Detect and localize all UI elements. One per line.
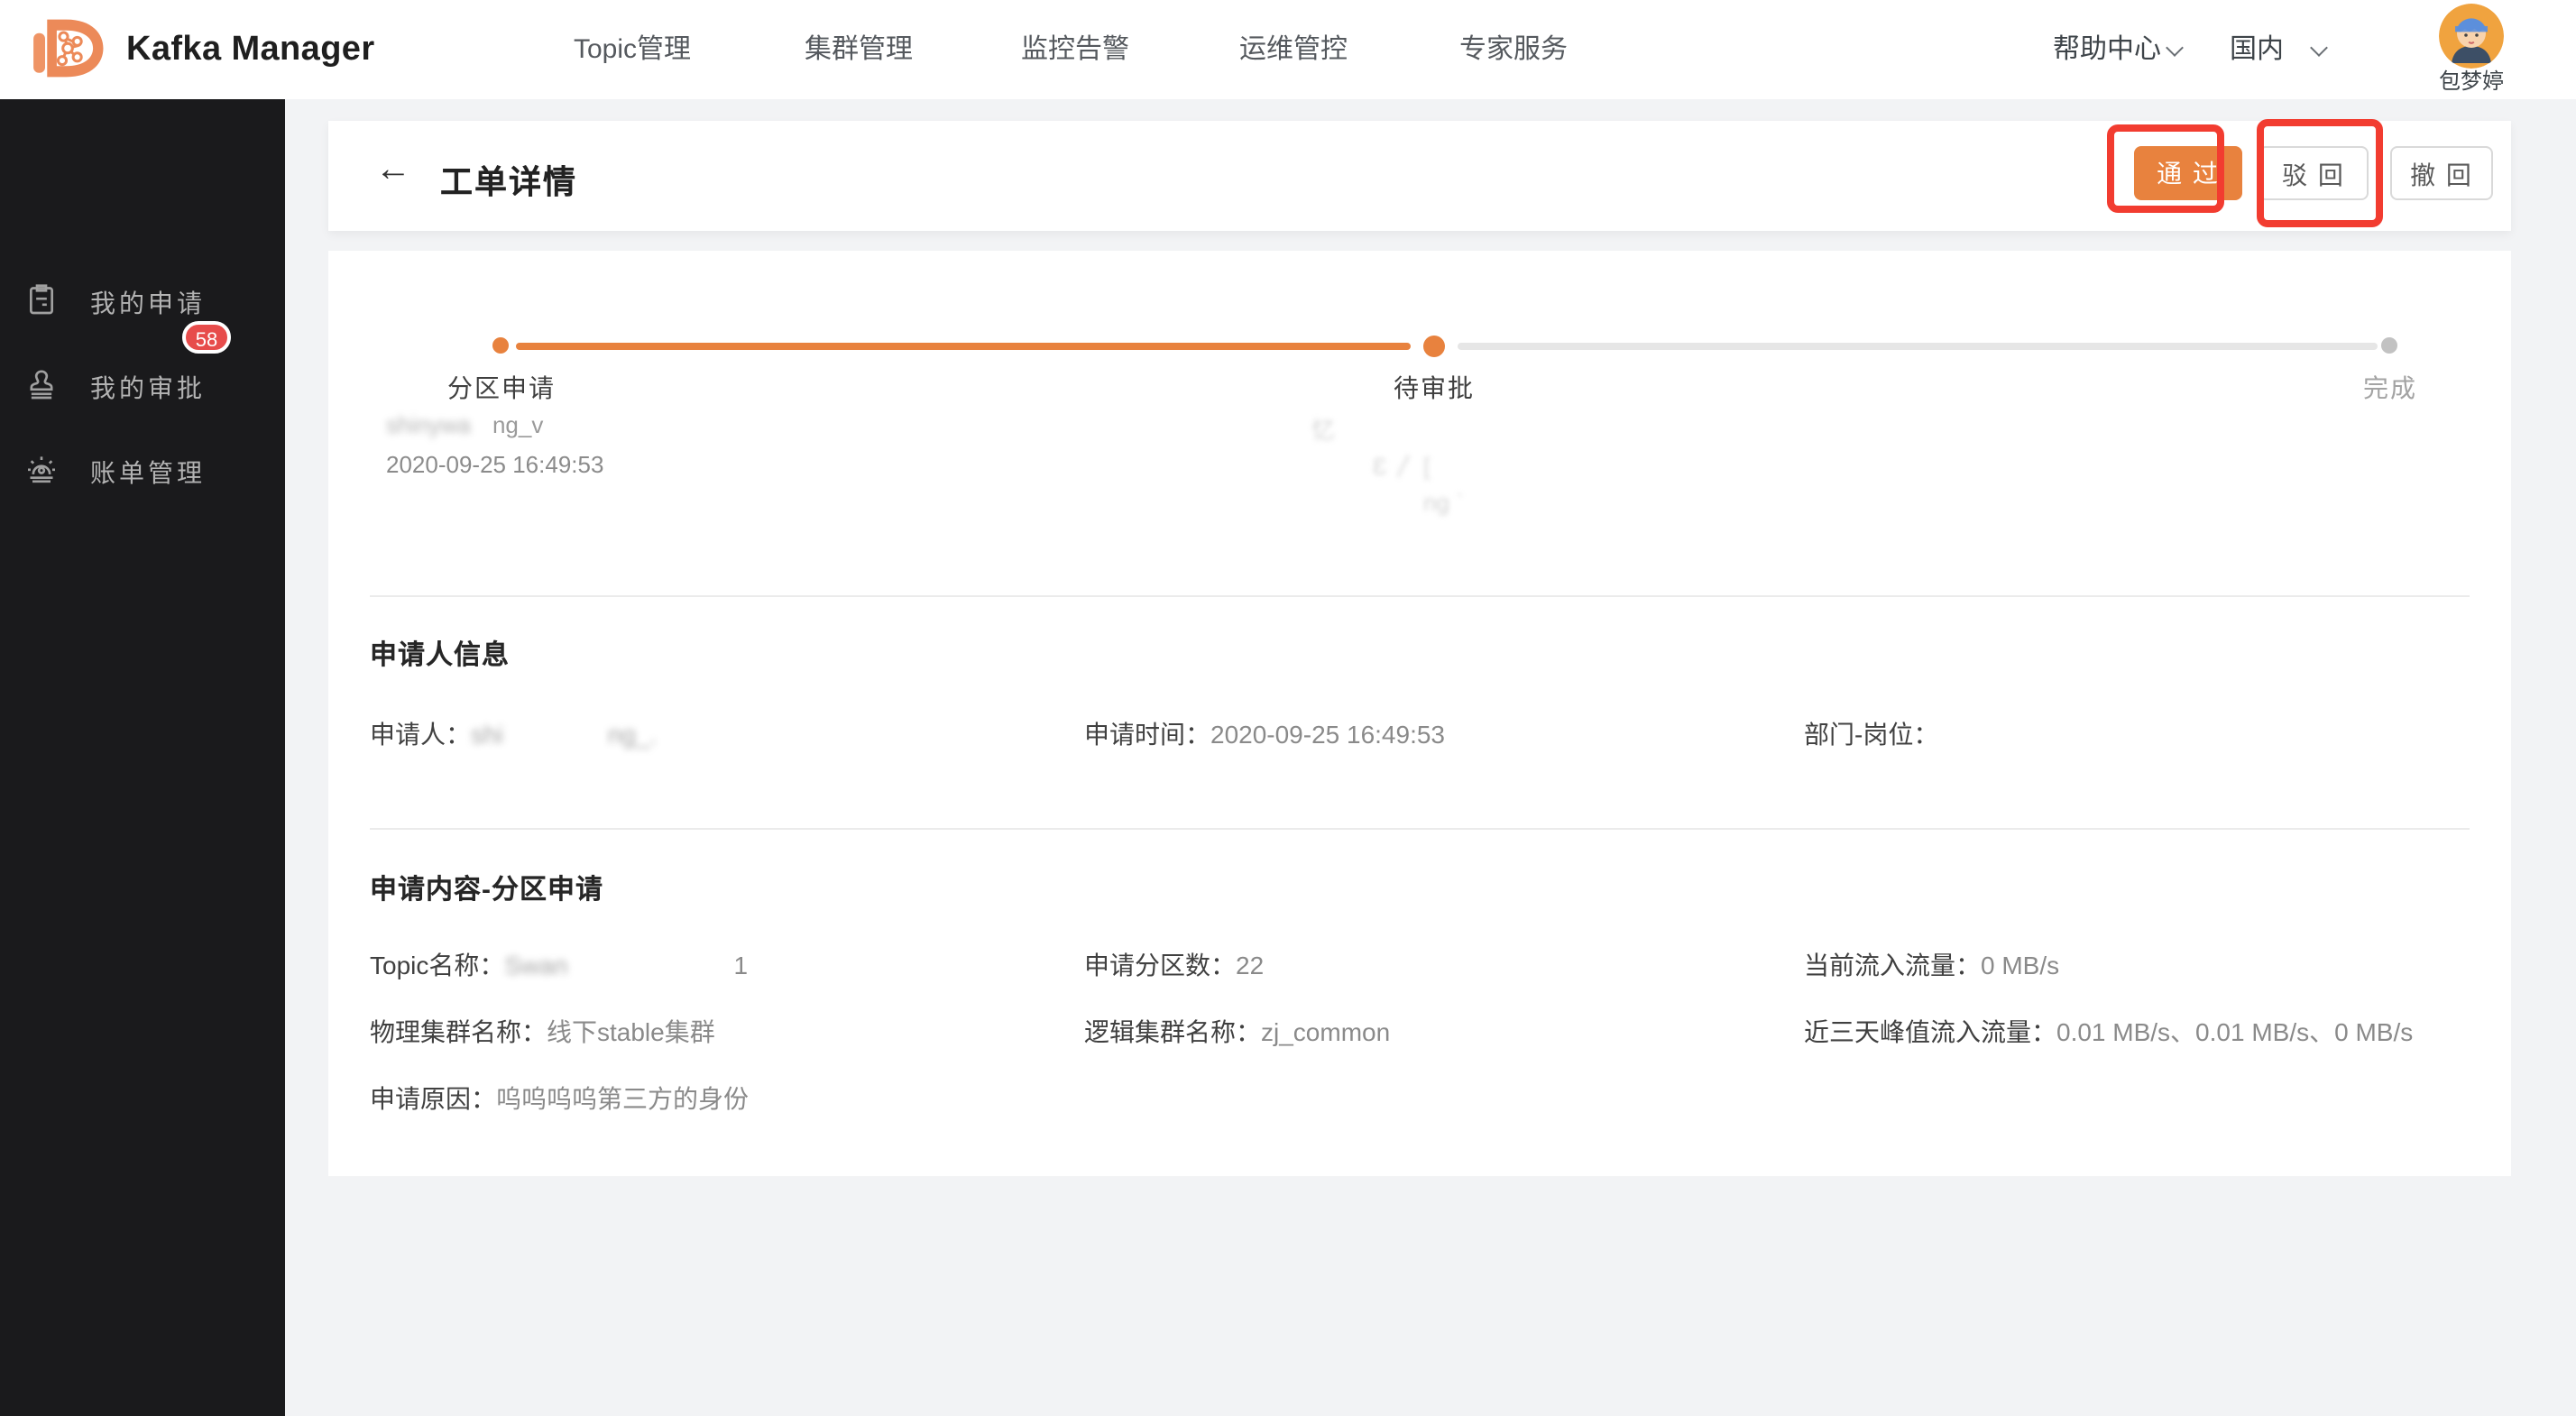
- page-title: 工单详情: [440, 157, 577, 204]
- alarm-icon: [23, 451, 60, 487]
- field-peak-inflow-3days: 近三天峰值流入流量：0.01 MB/s、0.01 MB/s、0 MB/s: [1804, 1014, 2413, 1050]
- field-partition-count: 申请分区数：22: [1084, 947, 1264, 983]
- field-apply-time: 申请时间：2020-09-25 16:49:53: [1084, 716, 1445, 752]
- sidebar-item-label: 我的审批: [90, 370, 206, 406]
- step1-applicant: shinywang_v: [386, 411, 543, 438]
- sidebar-item-label: 我的申请: [90, 285, 206, 321]
- approval-count-badge: 58: [182, 321, 231, 354]
- step-line-done: [516, 343, 1411, 350]
- page-title-bar: ← 工单详情 通 过 驳 回 撤 回: [328, 121, 2511, 231]
- field-applicant: 申请人：shing_.: [370, 716, 657, 752]
- reject-button[interactable]: 驳 回: [2259, 146, 2369, 200]
- stamp-icon: [23, 366, 60, 402]
- region-selector[interactable]: 国内: [2230, 0, 2325, 99]
- user-name: 包梦婷: [2399, 69, 2544, 94]
- section-title-application-content: 申请内容-分区申请: [370, 869, 603, 907]
- step2-redacted-text: 忆 Ɛ 〳 [ ng ˋ: [1311, 413, 1654, 521]
- nav-ops-control[interactable]: 运维管控: [1239, 0, 1348, 99]
- back-arrow-icon[interactable]: ←: [375, 150, 411, 191]
- approve-button[interactable]: 通 过: [2134, 146, 2242, 200]
- user-avatar[interactable]: [2439, 4, 2504, 69]
- divider: [370, 595, 2470, 597]
- withdraw-button[interactable]: 撤 回: [2390, 146, 2493, 200]
- step-dot-partition-apply: [492, 337, 509, 354]
- nav-expert-service[interactable]: 专家服务: [1459, 0, 1568, 99]
- sidebar-item-my-applications[interactable]: 我的申请: [0, 276, 285, 330]
- divider: [370, 828, 2470, 830]
- step-label-partition-apply: 分区申请: [447, 370, 556, 406]
- kafka-manager-logo-icon: [25, 13, 105, 87]
- sidebar-item-label: 账单管理: [90, 455, 206, 491]
- field-current-inflow: 当前流入流量：0 MB/s: [1804, 947, 2059, 983]
- step-label-pending-approval: 待审批: [1394, 370, 1475, 406]
- field-department-position: 部门-岗位：: [1804, 716, 1938, 752]
- sidebar-item-my-approvals[interactable]: 我的审批 58: [0, 361, 285, 415]
- step-dot-finished: [2381, 337, 2397, 354]
- step-dot-pending-approval: [1423, 336, 1445, 357]
- field-physical-cluster: 物理集群名称：线下stable集群: [370, 1014, 715, 1050]
- chevron-down-icon: [2310, 39, 2328, 57]
- field-topic-name: Topic名称：Swan1: [370, 947, 748, 983]
- section-title-applicant-info: 申请人信息: [370, 635, 510, 673]
- app-root: Kafka Manager Topic管理 集群管理 监控告警 运维管控 专家服…: [0, 0, 2576, 1416]
- field-apply-reason: 申请原因：呜呜呜呜第三方的身份: [370, 1080, 749, 1117]
- brand-title: Kafka Manager: [126, 0, 375, 99]
- field-logical-cluster: 逻辑集群名称：zj_common: [1084, 1014, 1390, 1050]
- step-line-todo: [1458, 343, 2378, 349]
- top-header: Kafka Manager Topic管理 集群管理 监控告警 运维管控 专家服…: [0, 0, 2576, 99]
- chevron-down-icon: [2166, 39, 2184, 57]
- sidebar: 我的申请 我的审批 58 账单管理: [0, 99, 285, 1416]
- step1-time: 2020-09-25 16:49:53: [386, 451, 603, 478]
- clipboard-icon: [23, 281, 60, 317]
- help-center-menu[interactable]: 帮助中心: [2053, 0, 2181, 99]
- nav-topic-management[interactable]: Topic管理: [574, 0, 691, 99]
- sidebar-item-billing[interactable]: 账单管理: [0, 446, 285, 500]
- step-label-finished: 完成: [2363, 370, 2417, 406]
- work-order-card: 分区申请 待审批 完成 shinywang_v 2020-09-25 16:49…: [328, 251, 2511, 1176]
- nav-monitor-alert[interactable]: 监控告警: [1021, 0, 1129, 99]
- nav-cluster-management[interactable]: 集群管理: [805, 0, 913, 99]
- main-area: ← 工单详情 通 过 驳 回 撤 回 分区申请 待审批 完成 shinywang…: [285, 99, 2576, 1416]
